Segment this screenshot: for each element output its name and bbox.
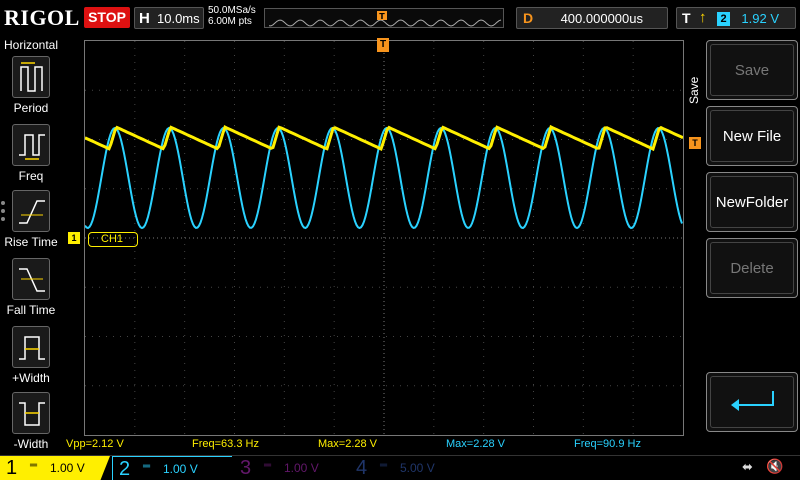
channel-3-scale: 1.00 V xyxy=(284,461,319,475)
rigol-logo: RIGOL xyxy=(4,5,80,30)
return-arrow-icon xyxy=(710,376,794,428)
measure-positive-width-label: +Width xyxy=(12,371,50,385)
measure-negative-width-label: -Width xyxy=(13,437,49,451)
return-button[interactable] xyxy=(706,372,798,432)
channel-2-scale: 1.00 V xyxy=(163,462,198,476)
channel-4-scale: 5.00 V xyxy=(400,461,435,475)
page-indicator xyxy=(1,201,5,225)
usb-icon: ⬌ xyxy=(742,459,753,474)
ch1-offset-marker[interactable]: 1 xyxy=(68,232,80,244)
save-menu-title: Save xyxy=(687,76,701,104)
save-menu: Save Save New File NewFolder Delete xyxy=(686,38,800,438)
channel-1-tab[interactable]: 1 ═ 1.00 V xyxy=(0,456,110,480)
memory-position-bar[interactable]: T xyxy=(264,8,504,28)
measurement-freq-ch1: Freq=63.3 Hz xyxy=(192,438,259,450)
dc-coupling-icon: ═ xyxy=(264,460,272,471)
measurement-panel: Horizontal Period Freq Rise Time Fall Ti… xyxy=(0,36,62,456)
delay-label: D xyxy=(523,10,534,26)
rise-time-icon xyxy=(12,190,50,232)
measure-negative-width-button[interactable]: -Width xyxy=(0,392,62,458)
acquisition-info: 50.0MSa/s 6.00M pts xyxy=(208,5,256,27)
measure-rise-time-button[interactable]: Rise Time xyxy=(0,190,62,256)
measurement-vpp-ch1: Vpp=2.12 V xyxy=(66,438,124,450)
trigger-box[interactable]: T ↑ 2 1.92 V xyxy=(676,7,796,29)
memory-waveform-preview: T xyxy=(268,11,502,27)
memory-depth: 6.00M pts xyxy=(208,16,252,27)
channel-3-tab[interactable]: 3 ═ 1.00 V xyxy=(234,456,350,480)
waveform-display[interactable]: CH1 xyxy=(84,40,684,436)
sample-rate: 50.0MSa/s xyxy=(208,5,256,16)
save-button-label: Save xyxy=(710,44,794,96)
measure-period-label: Period xyxy=(13,101,49,115)
delete-button[interactable]: Delete xyxy=(706,238,798,298)
waveform-grid xyxy=(85,41,683,435)
channel-2-number: 2 xyxy=(119,458,131,480)
channel-1-number: 1 xyxy=(6,457,18,479)
new-folder-button[interactable]: NewFolder xyxy=(706,172,798,232)
dc-coupling-icon: ═ xyxy=(30,460,38,471)
dc-coupling-icon: ═ xyxy=(380,460,388,471)
measure-rise-time-label: Rise Time xyxy=(4,235,58,249)
measure-positive-width-button[interactable]: +Width xyxy=(0,326,62,392)
new-file-button-label: New File xyxy=(710,110,794,162)
horizontal-label: H xyxy=(139,10,150,27)
svg-text:T: T xyxy=(379,12,385,21)
channel-status-bar: 1 ═ 1.00 V 2 ═ 1.00 V 3 ═ 1.00 V 4 ═ 5.0… xyxy=(0,455,800,480)
measure-fall-time-button[interactable]: Fall Time xyxy=(0,258,62,324)
frequency-icon xyxy=(12,124,50,166)
delay-value: 400.000000us xyxy=(560,11,643,26)
horizontal-timebase-box[interactable]: H 10.0ms xyxy=(134,7,204,29)
negative-width-icon xyxy=(12,392,50,434)
delete-button-label: Delete xyxy=(710,242,794,294)
channel-4-tab[interactable]: 4 ═ 5.00 V xyxy=(350,456,466,480)
channel-4-number: 4 xyxy=(356,457,368,479)
channel-1-scale: 1.00 V xyxy=(50,461,85,475)
top-status-bar: RIGOL STOP H 10.0ms 50.0MSa/s 6.00M pts … xyxy=(0,0,800,36)
period-icon xyxy=(12,56,50,98)
horizontal-delay-box[interactable]: D 400.000000us xyxy=(516,7,668,29)
trigger-source: 2 xyxy=(717,12,730,26)
new-file-button[interactable]: New File xyxy=(706,106,798,166)
measurement-freq-ch2: Freq=90.9 Hz xyxy=(574,438,641,450)
measure-freq-button[interactable]: Freq xyxy=(0,124,62,190)
speaker-muted-icon[interactable]: 🔇 xyxy=(766,458,783,475)
fall-time-icon xyxy=(12,258,50,300)
measure-freq-label: Freq xyxy=(18,169,44,183)
timebase-value: 10.0ms xyxy=(157,11,200,26)
trigger-level: 1.92 V xyxy=(741,11,779,26)
new-folder-button-label: NewFolder xyxy=(710,176,794,228)
positive-width-icon xyxy=(12,326,50,368)
measure-period-button[interactable]: Period xyxy=(0,56,62,122)
channel-3-number: 3 xyxy=(240,457,252,479)
channel-2-tab[interactable]: 2 ═ 1.00 V xyxy=(112,456,232,480)
trigger-label: T xyxy=(682,10,691,26)
measurement-max-ch2: Max=2.28 V xyxy=(446,438,506,450)
measurement-max-ch1: Max=2.28 V xyxy=(318,438,378,450)
save-button[interactable]: Save xyxy=(706,40,798,100)
measurement-panel-title: Horizontal xyxy=(3,38,59,52)
ch1-label-tag: CH1 xyxy=(88,232,138,247)
run-stop-indicator[interactable]: STOP xyxy=(84,7,130,28)
rising-edge-icon: ↑ xyxy=(699,9,707,26)
measure-fall-time-label: Fall Time xyxy=(6,303,56,317)
trigger-position-marker[interactable]: T xyxy=(377,38,389,52)
dc-coupling-icon: ═ xyxy=(143,461,151,472)
